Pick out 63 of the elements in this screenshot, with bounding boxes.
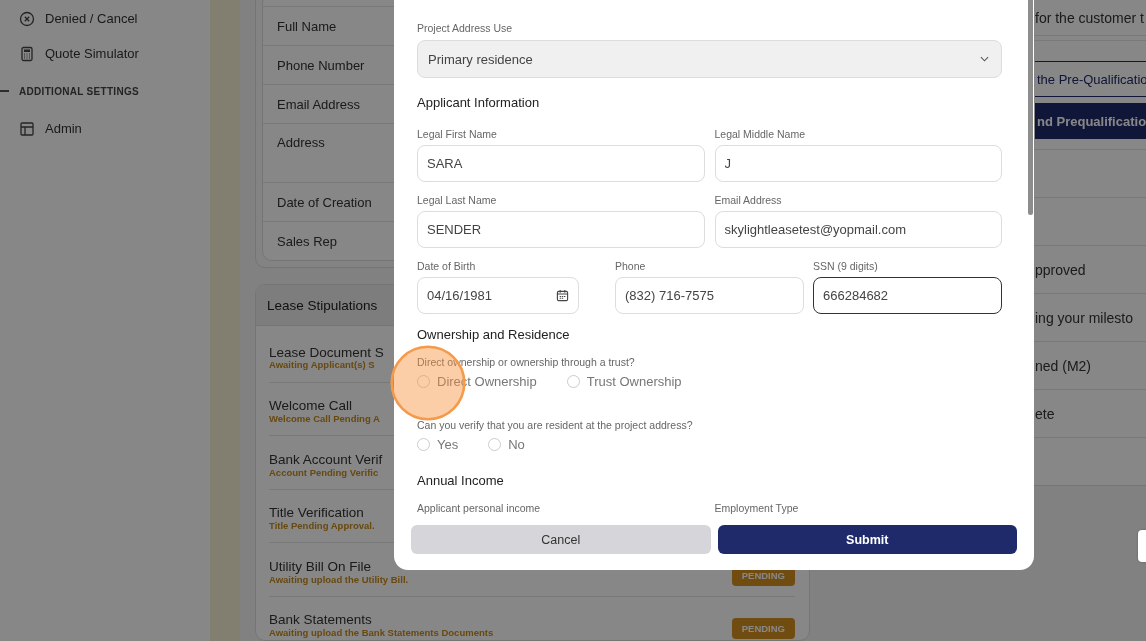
calendar-icon bbox=[556, 289, 569, 302]
address-use-select[interactable]: Primary residence bbox=[417, 40, 1002, 78]
stipulation-status: Title Pending Approval. bbox=[269, 521, 375, 532]
question-text: Can you verify that you are resident at the project address? bbox=[417, 419, 694, 431]
section-heading: Ownership and Residence bbox=[417, 327, 571, 342]
field-label: Employment Type bbox=[714, 502, 800, 514]
radio-option[interactable]: No bbox=[488, 437, 525, 452]
stipulation-status: Welcome Call Pending A bbox=[269, 413, 380, 425]
field-label: Phone bbox=[615, 260, 647, 272]
nav-item[interactable]: Quote Simulator bbox=[0, 36, 210, 71]
milestone-text: ned (M2) bbox=[1035, 357, 1092, 374]
card-title: Lease Stipulations bbox=[267, 297, 378, 313]
nav-item[interactable]: Denied / Cancel bbox=[0, 1, 210, 36]
stipulation-status: Account Pending Verific bbox=[269, 467, 380, 478]
stipulation-title: Title Verification bbox=[269, 506, 365, 522]
calculator-icon bbox=[19, 45, 35, 62]
section-heading: Annual Income bbox=[417, 473, 505, 488]
field-label: Full Name bbox=[277, 18, 337, 34]
field-label: Date of Creation bbox=[277, 194, 372, 210]
field-label: Project Address Use bbox=[417, 22, 514, 34]
cancel-button[interactable]: Cancel bbox=[411, 525, 711, 554]
text-field[interactable]: (832) 716-7575 bbox=[615, 277, 804, 314]
milestone-text: ete bbox=[1035, 405, 1055, 422]
stipulation-title: Lease Document S bbox=[269, 345, 384, 361]
stipulation-title: Utility Bill On File bbox=[269, 559, 372, 575]
close-circle-icon bbox=[19, 10, 35, 27]
field-label: Email Address bbox=[277, 96, 361, 112]
field-label: SSN (9 digits) bbox=[813, 260, 879, 272]
field-label: Legal Middle Name bbox=[714, 128, 806, 140]
text-field[interactable]: skylightleasetest@yopmail.com bbox=[714, 211, 1002, 248]
field-label: Legal Last Name bbox=[417, 194, 498, 206]
text-field[interactable]: SARA bbox=[417, 145, 705, 182]
milestone-text: ing your milesto bbox=[1035, 309, 1134, 326]
stipulation-status: Awaiting upload the Bank Statements Documents bbox=[269, 628, 494, 639]
text-field[interactable]: SENDER bbox=[417, 211, 705, 248]
stipulation-title: Bank Statements bbox=[269, 613, 373, 629]
section-heading: Applicant Information bbox=[417, 95, 541, 110]
text-field[interactable]: J bbox=[714, 145, 1002, 182]
send-prequalification-button[interactable]: nd Prequalificatio bbox=[1035, 103, 1146, 139]
section-heading: ADDITIONAL SETTINGS bbox=[19, 85, 139, 97]
field-label: Phone Number bbox=[277, 57, 365, 73]
radio-option[interactable]: Yes bbox=[417, 437, 459, 452]
field-label: Legal First Name bbox=[417, 128, 498, 140]
submit-button[interactable]: Submit bbox=[717, 525, 1017, 554]
field-label: Date of Birth bbox=[417, 260, 477, 272]
stipulation-title: Bank Account Verif bbox=[269, 452, 383, 468]
field-label: Address bbox=[277, 135, 325, 150]
text-field[interactable]: 666284682 bbox=[813, 277, 1002, 314]
milestone-text: pproved bbox=[1035, 261, 1086, 278]
field-label: Applicant personal income bbox=[417, 502, 542, 514]
field-label: Email Address bbox=[714, 194, 783, 206]
stipulation-status: Awaiting upload the Utility Bill. bbox=[269, 574, 409, 586]
stipulation-title: Welcome Call bbox=[269, 399, 354, 414]
layout-icon bbox=[19, 120, 35, 137]
date-field[interactable]: 04/16/1981 bbox=[417, 277, 579, 314]
stipulation-status: Awaiting Applicant(s) S bbox=[269, 360, 376, 371]
note-text: for the customer t bbox=[1035, 9, 1144, 26]
chevron-down-icon bbox=[980, 56, 989, 62]
nav-item[interactable]: Admin bbox=[0, 111, 210, 146]
scrollbar[interactable] bbox=[1028, 0, 1033, 215]
status-badge: PENDING bbox=[731, 618, 795, 640]
radio-option[interactable]: Trust Ownership bbox=[566, 374, 682, 389]
field-label: Sales Rep bbox=[277, 233, 337, 249]
